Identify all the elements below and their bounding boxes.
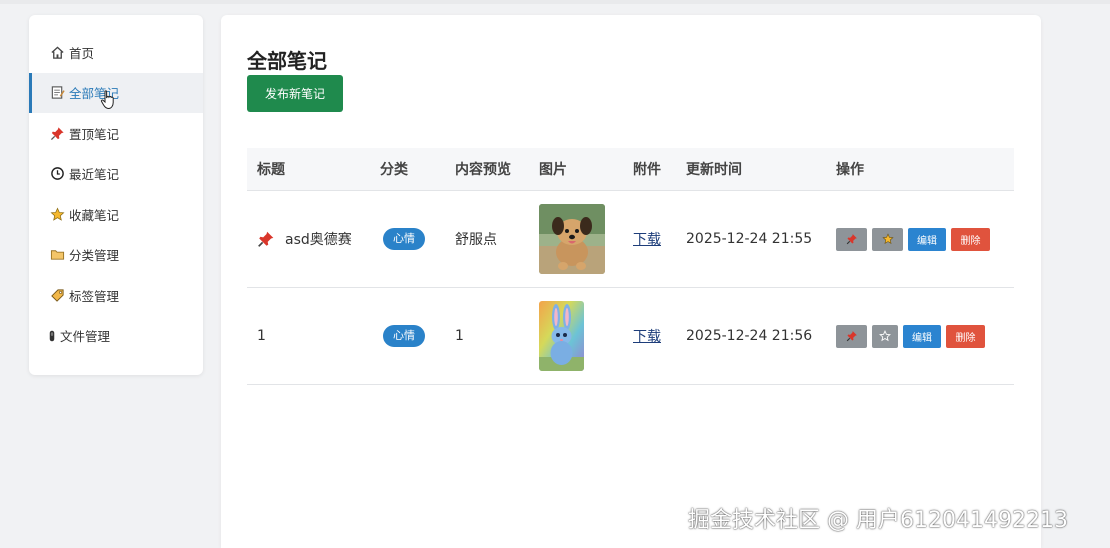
attachment-download-link[interactable]: 下载	[633, 229, 661, 249]
content-preview: 1	[455, 328, 464, 344]
star-icon	[49, 206, 65, 222]
sidebar-item-categories[interactable]: 分类管理	[29, 235, 203, 276]
page-title: 全部笔记	[247, 49, 327, 73]
table-header: 标题 分类 内容预览 图片 附件 更新时间 操作	[247, 148, 1014, 191]
header-attachment: 附件	[633, 162, 661, 178]
sidebar-item-all-notes[interactable]: 全部笔记	[29, 72, 203, 113]
edit-button[interactable]: 编辑	[908, 227, 946, 251]
sidebar-item-tags[interactable]: 标签管理	[29, 275, 203, 316]
row-actions: 编辑 删除	[836, 324, 985, 348]
header-updated: 更新时间	[686, 162, 742, 178]
sidebar-item-label: 最近笔记	[69, 167, 120, 183]
table-row: 1 心情 1 下载 2025-12-24 21:56 编辑 删除	[247, 288, 1014, 385]
notes-table: 标题 分类 内容预览 图片 附件 更新时间 操作 asd奥德赛 心情 舒服点 下…	[247, 148, 1014, 385]
bunny-image-thumbnail[interactable]	[539, 301, 584, 371]
sidebar-item-label: 文件管理	[60, 329, 111, 345]
note-title[interactable]: 1	[257, 328, 266, 344]
sidebar-item-label: 分类管理	[69, 248, 120, 264]
file-icon	[48, 328, 56, 344]
publish-note-button[interactable]: 发布新笔记	[247, 75, 343, 112]
row-actions: 编辑 删除	[836, 227, 990, 251]
pointer-cursor-icon	[100, 89, 114, 109]
header-category: 分类	[380, 162, 408, 178]
updated-time: 2025-12-24 21:55	[686, 231, 813, 247]
folder-icon	[49, 247, 65, 263]
pin-icon	[846, 234, 857, 245]
header-title: 标题	[257, 162, 285, 178]
category-badge: 心情	[383, 325, 425, 347]
sidebar-item-label: 标签管理	[69, 288, 120, 304]
dog-photo-thumbnail[interactable]	[539, 204, 605, 274]
header-preview: 内容预览	[455, 162, 511, 178]
sidebar-item-label: 置顶笔记	[69, 126, 120, 142]
sidebar: 首页 全部笔记 置顶笔记 最近笔记 收藏笔记 分类管理 标签管理 文件管理	[29, 15, 203, 375]
sidebar-item-pinned[interactable]: 置顶笔记	[29, 113, 203, 154]
delete-button[interactable]: 删除	[946, 324, 985, 348]
pin-icon	[846, 331, 857, 342]
main-panel: 全部笔记 发布新笔记 标题 分类 内容预览 图片 附件 更新时间 操作 asd奥…	[221, 15, 1041, 548]
header-actions: 操作	[836, 162, 864, 178]
star-outline-icon	[879, 330, 891, 342]
note-icon	[49, 85, 65, 101]
clock-icon	[49, 166, 65, 182]
star-icon	[881, 233, 894, 244]
delete-button[interactable]: 删除	[951, 227, 990, 251]
watermark: 掘金技术社区 @ 用户612041492213	[688, 508, 1068, 533]
note-title[interactable]: asd奥德赛	[285, 229, 352, 249]
pin-toggle-button[interactable]	[836, 324, 867, 348]
updated-time: 2025-12-24 21:56	[686, 328, 813, 344]
home-icon	[49, 44, 65, 60]
sidebar-item-home[interactable]: 首页	[29, 32, 203, 73]
favorite-toggle-button[interactable]	[872, 227, 903, 251]
sidebar-item-label: 收藏笔记	[69, 207, 120, 223]
sidebar-item-favorites[interactable]: 收藏笔记	[29, 194, 203, 235]
pinned-pin-icon	[258, 231, 274, 247]
edit-button[interactable]: 编辑	[903, 324, 941, 348]
table-row: asd奥德赛 心情 舒服点 下载 2025-12-24 21:55 编辑 删除	[247, 191, 1014, 288]
pin-toggle-button[interactable]	[836, 227, 867, 251]
header-image: 图片	[539, 162, 567, 178]
note-title-cell: asd奥德赛	[257, 229, 352, 249]
category-badge: 心情	[383, 228, 425, 250]
attachment-download-link[interactable]: 下载	[633, 326, 661, 346]
sidebar-item-label: 首页	[69, 45, 95, 61]
favorite-toggle-button[interactable]	[872, 324, 898, 348]
content-preview: 舒服点	[455, 232, 497, 248]
top-edge	[0, 0, 1110, 4]
sidebar-item-files[interactable]: 文件管理	[29, 316, 203, 357]
tag-icon	[49, 287, 65, 303]
sidebar-item-recent[interactable]: 最近笔记	[29, 154, 203, 195]
pin-icon	[49, 125, 65, 141]
